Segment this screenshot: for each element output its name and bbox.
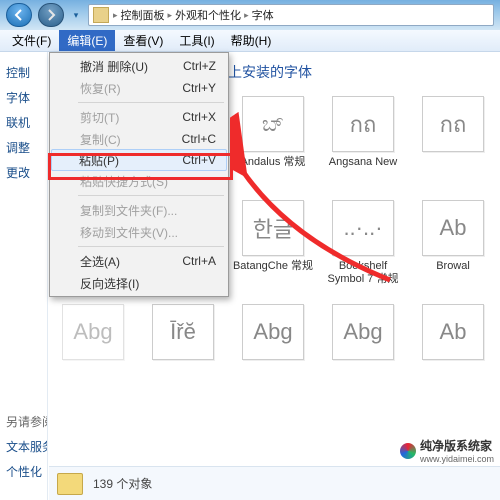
font-thumb: Ab [422, 304, 484, 360]
sidebar-link[interactable]: 联机 [0, 110, 47, 135]
font-item[interactable]: 한글 BatangChe 常规 [230, 200, 316, 300]
font-item[interactable]: Abg [320, 304, 406, 404]
menu-copy: 复制(C)Ctrl+C [52, 128, 226, 150]
menu-edit[interactable]: 编辑(E) [59, 30, 115, 51]
watermark-logo-icon [400, 443, 416, 459]
see-also-label: 另请参阅 [0, 409, 47, 434]
menu-tools[interactable]: 工具(I) [171, 30, 222, 51]
menu-move-to: 移动到文件夹(V)... [52, 221, 226, 243]
sidebar: 控制 字体 联机 调整 更改 另请参阅 文本服务和输入语言 个性化 [0, 52, 48, 500]
menu-help[interactable]: 帮助(H) [223, 30, 280, 51]
menu-select-all[interactable]: 全选(A)Ctrl+A [52, 250, 226, 272]
font-item[interactable]: ..·..· Bookshelf Symbol 7 常规 [320, 200, 406, 300]
menu-bar: 文件(F) 编辑(E) 查看(V) 工具(I) 帮助(H) [0, 30, 500, 52]
font-thumb: กถ [422, 96, 484, 152]
folder-icon [93, 7, 109, 23]
sidebar-link[interactable]: 字体 [0, 85, 47, 110]
window-titlebar: ▾ ▸ 控制面板 ▸ 外观和个性化 ▸ 字体 [0, 0, 500, 30]
folder-icon [57, 473, 83, 495]
menu-file[interactable]: 文件(F) [4, 30, 59, 51]
font-label: BatangChe 常规 [233, 260, 313, 273]
font-item[interactable]: Ab Browal [410, 200, 496, 300]
font-item[interactable]: Abg [230, 304, 316, 404]
menu-redo: 恢复(R)Ctrl+Y [52, 77, 226, 99]
watermark: 纯净版系统家 www.yidaimei.com [400, 437, 494, 464]
menu-paste-shortcut: 粘贴快捷方式(S) [52, 170, 226, 192]
menu-cut: 剪切(T)Ctrl+X [52, 106, 226, 128]
crumb-0[interactable]: 控制面板 [121, 7, 165, 23]
sidebar-link[interactable]: 更改 [0, 160, 47, 185]
status-count: 139 个对象 [93, 475, 152, 492]
menu-invert-selection[interactable]: 反向选择(I) [52, 272, 226, 294]
crumb-1[interactable]: 外观和个性化 [175, 7, 241, 23]
font-item[interactable]: กถ [410, 96, 496, 196]
nav-back-button[interactable] [6, 3, 32, 27]
menu-copy-to: 复制到文件夹(F)... [52, 199, 226, 221]
font-item[interactable]: ಬ್ Andalus 常规 [230, 96, 316, 196]
font-thumb: Ab [422, 200, 484, 256]
address-bar[interactable]: ▸ 控制面板 ▸ 外观和个性化 ▸ 字体 [88, 4, 494, 26]
font-item[interactable]: Ab [410, 304, 496, 404]
font-item[interactable]: Abg [50, 304, 136, 404]
menu-paste[interactable]: 粘贴(P)Ctrl+V [51, 149, 227, 171]
font-thumb: Abg [62, 304, 124, 360]
font-label: Angsana New [329, 156, 398, 169]
font-thumb: Īřĕ [152, 304, 214, 360]
breadcrumb[interactable]: ▸ 控制面板 ▸ 外观和个性化 ▸ 字体 [113, 7, 274, 23]
sidebar-link-ime[interactable]: 文本服务和输入语言 [0, 434, 47, 459]
sidebar-link[interactable]: 调整 [0, 135, 47, 160]
font-label: Andalus 常规 [241, 156, 306, 169]
crumb-2[interactable]: 字体 [252, 7, 274, 23]
status-bar: 139 个对象 [49, 466, 500, 500]
nav-forward-button[interactable] [38, 3, 64, 27]
edit-dropdown: 撤消 删除(U)Ctrl+Z 恢复(R)Ctrl+Y 剪切(T)Ctrl+X 复… [49, 52, 229, 297]
sidebar-link[interactable]: 控制 [0, 60, 47, 85]
sidebar-link-personalize[interactable]: 个性化 [0, 459, 47, 484]
font-label: Bookshelf Symbol 7 常规 [320, 260, 406, 286]
nav-history-dropdown[interactable]: ▾ [70, 10, 82, 21]
font-thumb: Abg [332, 304, 394, 360]
watermark-brand: 纯净版系统家 [420, 439, 492, 453]
font-label: Browal [436, 260, 470, 273]
font-item[interactable]: กถ Angsana New [320, 96, 406, 196]
font-thumb: ಬ್ [242, 96, 304, 152]
font-thumb: กถ [332, 96, 394, 152]
menu-view[interactable]: 查看(V) [115, 30, 171, 51]
font-thumb: ..·..· [332, 200, 394, 256]
font-thumb: 한글 [242, 200, 304, 256]
font-thumb: Abg [242, 304, 304, 360]
watermark-url: www.yidaimei.com [420, 454, 494, 464]
font-item[interactable]: Īřĕ [140, 304, 226, 404]
menu-undo[interactable]: 撤消 删除(U)Ctrl+Z [52, 55, 226, 77]
